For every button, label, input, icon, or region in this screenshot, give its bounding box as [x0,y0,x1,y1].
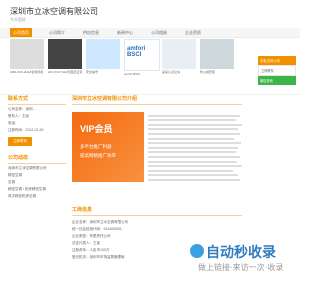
contact-line: 注册时间：2012-01-26 [8,128,44,132]
nav-supply[interactable]: 供应信息 [80,28,102,37]
main-content: 深圳市立冰空调有限公司介绍 [72,95,242,105]
news-item[interactable]: 空调 [8,180,66,185]
thumb-caption: 防火阀安装 [200,70,216,74]
product-thumbnails: GB0-VC6-2H4A管线风机 HD-VC3-T43A无阻尼空调 安全编号 a… [10,39,246,89]
news-item[interactable]: 深圳市立冰空调有限公司 [8,166,66,171]
contact-button[interactable]: 立即联系 [8,137,32,146]
main-nav: 公司首页 公司简介 供应信息 新闻中心 公司相册 企业资质 [0,28,300,38]
nav-news[interactable]: 新闻中心 [114,28,136,37]
site-header: 深圳市立冰空调有限公司 今天您好 [0,0,300,28]
vip-banner[interactable]: VIP会员 多平台推广利器 提高网络推广效率 [72,112,144,182]
sidebar: 联系方式 公司名称：深圳... 联系人：王经 电话： 注册时间：2012-01-… [8,95,66,201]
watermark-slogan: 做上链接·来访一次·收录 [198,263,284,272]
news-item[interactable]: 精密空调 / 机房精密空调 [8,187,66,192]
info-row: 企业名称：深圳市立冰空调有限公司 [72,220,128,224]
amfori-logo-text: amfori BSCI [127,46,146,58]
nav-home[interactable]: 公司首页 [10,28,32,37]
vip-line: 多平台推广利器 [80,144,112,149]
thumb-caption: 安全编号 [86,70,99,74]
intro-title: 深圳市立冰空调有限公司介绍 [72,95,242,105]
info-title: 工商信息 [72,206,242,216]
contact-line: 电话： [8,121,19,125]
mobile-visit-title: 手机访问公司 [258,56,296,65]
wechat-consult[interactable]: 微信咨询 [258,76,296,85]
thumb-3[interactable]: 安全编号 [86,39,120,79]
thumb-caption: 某某认证证书 [162,70,181,74]
thumb-2[interactable]: HD-VC3-T43A无阻尼空调 [48,39,82,79]
thumb-6[interactable]: 防火阀安装 [200,39,234,79]
business-info-header: 工商信息 [72,206,242,216]
welcome-text: 今天您好 [10,17,26,22]
news-item[interactable]: 精密空调 [8,173,66,178]
contact-title: 联系方式 [8,95,66,105]
nav-album[interactable]: 公司相册 [148,28,170,37]
thumb-5[interactable]: 某某认证证书 [162,39,196,79]
intro-paragraph [148,112,244,202]
company-news-title: 公司动态 [8,154,66,164]
right-floating-panel: 手机访问公司 立即联系 微信咨询 [258,56,296,126]
thumb-1[interactable]: GB0-VC6-2H4A管线风机 [10,39,44,79]
thumb-caption: amfori BSCI [124,72,141,76]
info-row: 统一社会信用代码：914403005... [72,227,124,231]
contact-now[interactable]: 立即联系 [258,65,296,76]
contact-line: 公司名称：深圳... [8,107,36,111]
nav-about[interactable]: 公司简介 [46,28,68,37]
vip-line: 提高网络推广效率 [80,153,116,158]
company-title: 深圳市立冰空调有限公司 [10,7,98,16]
nav-qualification[interactable]: 企业资质 [182,28,204,37]
thumb-caption: HD-VC3-T43A无阻尼空调 [48,70,82,74]
thumb-4[interactable]: amfori BSCI amfori BSCI [124,39,160,79]
watermark-title: 自动秒收录 [206,244,276,260]
watermark-logo-icon [190,244,204,258]
news-item[interactable]: 风冷精密机房空调 [8,194,66,199]
thumb-caption: GB0-VC6-2H4A管线风机 [10,70,44,74]
contact-line: 联系人：王经 [8,114,29,118]
watermark: 自动秒收录 做上链接·来访一次·收录 [190,238,300,298]
vip-title: VIP会员 [80,124,113,134]
